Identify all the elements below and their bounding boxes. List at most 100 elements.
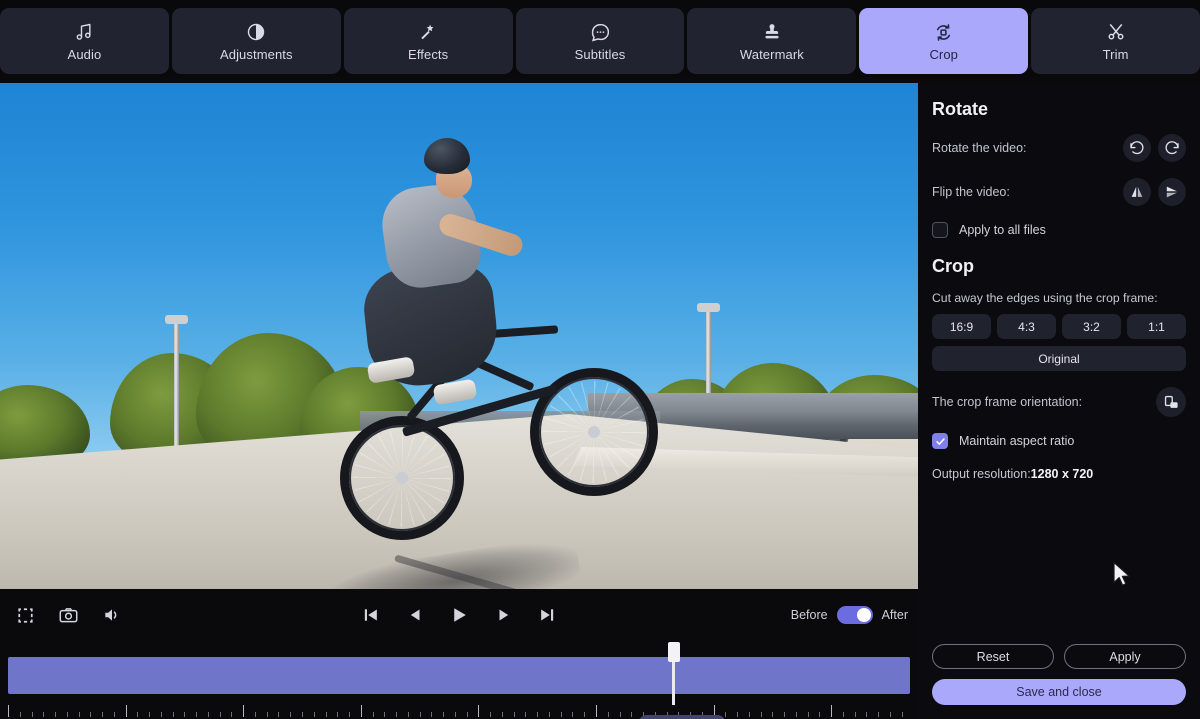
ruler-minor-tick xyxy=(537,712,539,717)
ruler-minor-tick xyxy=(149,712,151,717)
tab-effects[interactable]: Effects xyxy=(343,8,513,74)
scissors-icon xyxy=(1106,21,1126,43)
ruler-minor-tick xyxy=(466,712,468,717)
playhead-grip[interactable] xyxy=(668,642,680,662)
ruler-minor-tick xyxy=(384,712,386,717)
contrast-icon xyxy=(246,21,266,43)
ruler-minor-tick xyxy=(607,712,609,717)
after-label: After xyxy=(881,608,908,622)
save-and-close-button[interactable]: Save and close xyxy=(932,679,1186,705)
ratio-original-button[interactable]: Original xyxy=(932,346,1186,371)
fullscreen-icon[interactable] xyxy=(14,604,37,627)
aspect-ratio-buttons: 16:9 4:3 3:2 1:1 xyxy=(932,314,1186,339)
ruler-minor-tick xyxy=(196,712,198,717)
ruler-minor-tick xyxy=(219,712,221,717)
rotate-video-row: Rotate the video: xyxy=(932,134,1186,162)
video-editor-window: Audio Adjustments Effects Subtitles Wate… xyxy=(0,0,1200,719)
ruler-minor-tick xyxy=(31,712,33,717)
ruler-minor-tick xyxy=(372,712,374,717)
orientation-swap-icon[interactable] xyxy=(1156,387,1186,417)
ruler-minor-tick xyxy=(501,712,503,717)
rotate-section-title: Rotate xyxy=(932,99,989,119)
ruler-minor-tick xyxy=(313,712,315,717)
ruler-minor-tick xyxy=(396,712,398,717)
tab-trim[interactable]: Trim xyxy=(1031,8,1200,74)
tab-audio[interactable]: Audio xyxy=(0,8,169,74)
ruler-minor-tick xyxy=(278,712,280,717)
panel-actions: Reset Apply Save and close xyxy=(932,644,1186,705)
apply-to-all-files-row[interactable]: Apply to all files xyxy=(932,222,1186,238)
ruler-minor-tick xyxy=(419,712,421,717)
tab-watermark-label: Watermark xyxy=(739,47,804,62)
crop-orientation-row: The crop frame orientation: xyxy=(932,387,1186,417)
ruler-minor-tick xyxy=(807,712,809,717)
tab-crop[interactable]: Crop xyxy=(859,8,1029,74)
crop-settings-panel: Rotate Rotate the video: Flip the video: xyxy=(918,83,1200,719)
apply-to-all-files-checkbox[interactable] xyxy=(932,222,948,238)
crop-hint: Cut away the edges using the crop frame: xyxy=(932,291,1158,305)
ruler-minor-tick xyxy=(890,712,891,717)
ruler-minor-tick xyxy=(760,712,762,717)
ruler-minor-tick xyxy=(407,712,409,717)
ruler-minor-tick xyxy=(337,712,339,717)
tab-subtitles[interactable]: Subtitles xyxy=(515,8,685,74)
ruler-minor-tick xyxy=(172,712,174,717)
snapshot-camera-icon[interactable] xyxy=(56,603,81,628)
timeline-track[interactable] xyxy=(8,657,910,694)
compare-switch[interactable] xyxy=(836,606,873,624)
volume-icon[interactable] xyxy=(100,603,124,627)
ruler-minor-tick xyxy=(137,712,139,717)
video-player: Before After 00:00:0000:08:0000:16:0000:… xyxy=(0,83,918,719)
ruler-minor-tick xyxy=(431,712,433,717)
ruler-minor-tick xyxy=(290,712,292,717)
skip-to-start-icon[interactable] xyxy=(359,603,383,627)
before-label: Before xyxy=(790,608,828,622)
ruler-minor-tick xyxy=(90,712,92,717)
flip-horizontal-icon[interactable] xyxy=(1123,178,1151,206)
maintain-aspect-ratio-checkbox[interactable] xyxy=(932,433,948,449)
ruler-minor-tick xyxy=(737,712,739,717)
flip-vertical-icon[interactable] xyxy=(1158,178,1186,206)
ruler-minor-tick xyxy=(584,712,586,717)
ruler-major-tick xyxy=(831,705,833,717)
step-back-icon[interactable] xyxy=(403,603,427,627)
apply-button[interactable]: Apply xyxy=(1064,644,1186,669)
ruler-minor-tick xyxy=(631,712,633,717)
ratio-4-3-button[interactable]: 4:3 xyxy=(997,314,1056,339)
ruler-minor-tick xyxy=(113,712,115,717)
speech-bubble-icon xyxy=(590,21,611,43)
player-left-tools xyxy=(0,603,124,628)
ruler-minor-tick xyxy=(207,712,209,717)
tab-adjustments[interactable]: Adjustments xyxy=(171,8,341,74)
ratio-3-2-button[interactable]: 3:2 xyxy=(1062,314,1121,339)
ruler-minor-tick xyxy=(19,712,21,717)
ruler-minor-tick xyxy=(619,712,621,717)
ruler-minor-tick xyxy=(772,712,774,717)
ruler-minor-tick xyxy=(102,712,104,717)
ruler-major-tick xyxy=(478,705,480,717)
stamp-icon xyxy=(762,21,782,43)
maintain-aspect-ratio-row[interactable]: Maintain aspect ratio xyxy=(932,433,1186,449)
tab-watermark[interactable]: Watermark xyxy=(687,8,857,74)
tab-crop-label: Crop xyxy=(929,47,959,62)
rotate-clockwise-icon[interactable] xyxy=(1158,134,1186,162)
ruler-minor-tick xyxy=(819,712,821,717)
video-preview[interactable] xyxy=(0,83,918,589)
ruler-major-tick xyxy=(125,705,127,717)
reset-button[interactable]: Reset xyxy=(932,644,1054,669)
ruler-minor-tick xyxy=(866,712,868,717)
ratio-16-9-button[interactable]: 16:9 xyxy=(932,314,991,339)
ruler-minor-tick xyxy=(254,712,256,717)
output-resolution-row: Output resolution:1280 x 720 xyxy=(932,467,1186,481)
timeline[interactable]: 00:00:0000:08:0000:16:0000:24:0000:32:00… xyxy=(0,641,918,719)
step-forward-icon[interactable] xyxy=(492,603,516,627)
rotate-counterclockwise-icon[interactable] xyxy=(1123,134,1151,162)
ratio-1-1-button[interactable]: 1:1 xyxy=(1127,314,1186,339)
play-icon[interactable] xyxy=(446,602,472,628)
flip-video-row: Flip the video: xyxy=(932,178,1186,206)
skip-to-end-icon[interactable] xyxy=(535,603,559,627)
ruler-major-tick xyxy=(596,705,597,717)
crop-rotate-icon xyxy=(933,21,954,43)
transport-controls xyxy=(359,602,559,628)
ruler-minor-tick xyxy=(548,712,550,717)
